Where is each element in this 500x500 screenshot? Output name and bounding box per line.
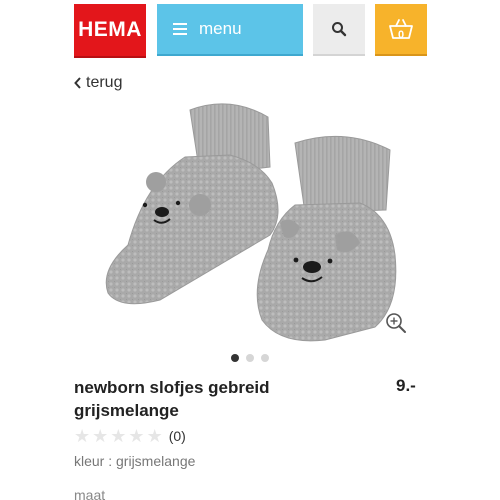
star-icon: ★ xyxy=(128,426,145,446)
review-count[interactable]: (0) xyxy=(169,428,186,444)
color-info: kleur : grijsmelange xyxy=(74,453,196,469)
product-image[interactable] xyxy=(90,95,410,350)
hema-logo[interactable]: HEMA xyxy=(74,4,146,56)
zoom-in-icon[interactable] xyxy=(385,312,407,334)
cart-count: 0 xyxy=(397,29,405,41)
star-icon: ★ xyxy=(92,426,109,446)
rating[interactable]: ★ ★ ★ ★ ★ (0) xyxy=(74,427,186,445)
cart-button[interactable]: 0 xyxy=(375,4,427,56)
back-link[interactable]: terug xyxy=(74,74,122,92)
chevron-left-icon xyxy=(74,77,81,89)
carousel-dot-1[interactable] xyxy=(231,354,239,362)
left-bootie xyxy=(105,103,279,305)
search-button[interactable] xyxy=(313,4,365,56)
size-label: maat xyxy=(74,487,106,500)
product-price: 9.- xyxy=(396,376,416,395)
right-bootie xyxy=(256,136,397,342)
carousel-dots xyxy=(0,354,500,362)
carousel-dot-2[interactable] xyxy=(246,354,254,362)
star-icon: ★ xyxy=(74,426,91,446)
star-icon: ★ xyxy=(146,426,163,446)
hamburger-icon xyxy=(173,23,187,35)
back-label: terug xyxy=(86,74,123,91)
menu-button[interactable]: menu xyxy=(157,4,303,56)
search-icon xyxy=(332,22,347,37)
star-icon: ★ xyxy=(110,426,127,446)
product-title: newborn slofjes gebreid grijsmelange xyxy=(74,378,270,420)
logo-text: HEMA xyxy=(78,18,142,41)
carousel-dot-3[interactable] xyxy=(261,354,269,362)
menu-label: menu xyxy=(199,19,242,38)
